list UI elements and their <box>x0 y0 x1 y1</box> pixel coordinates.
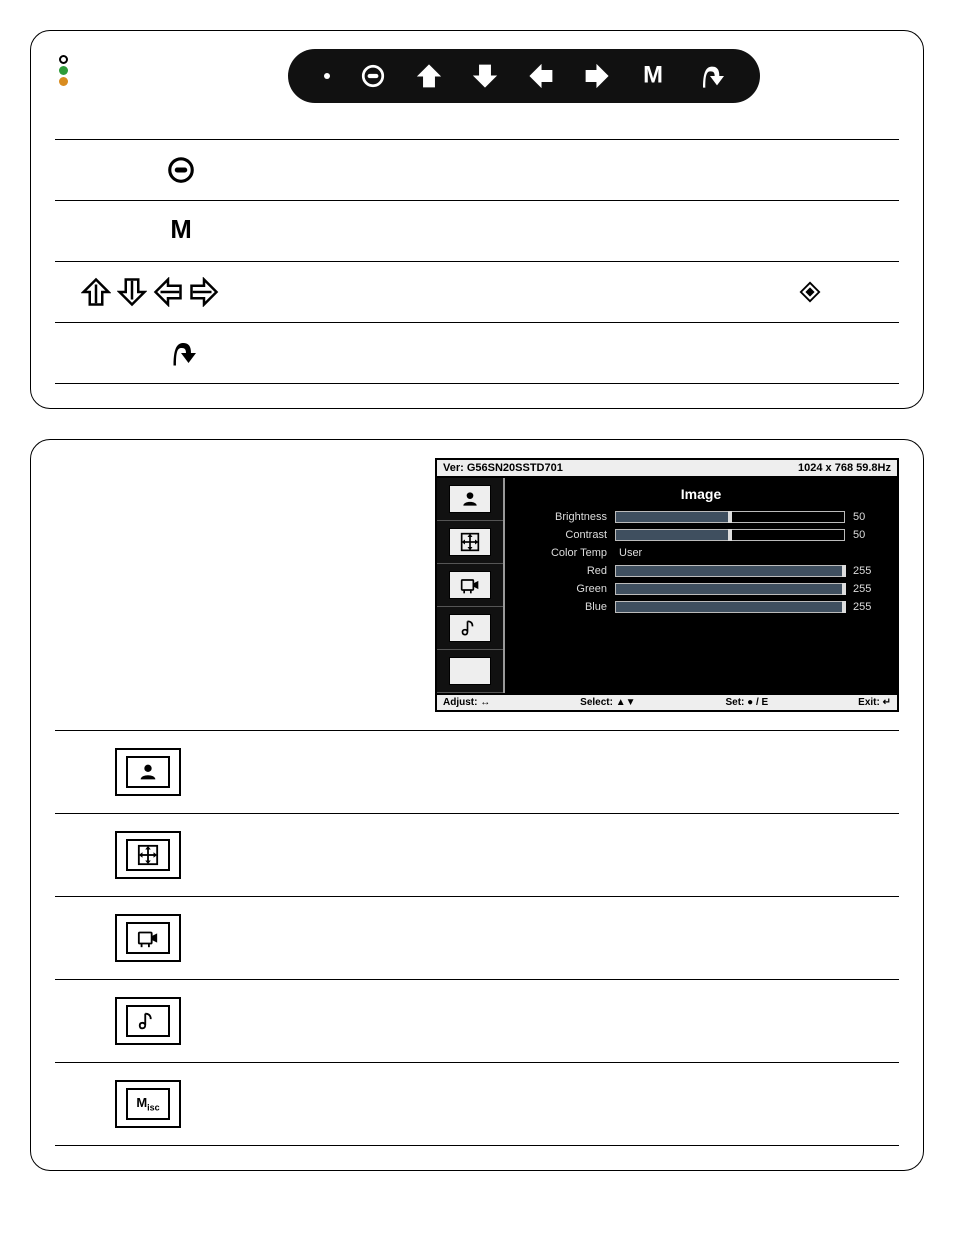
menu-row-image <box>55 730 899 814</box>
osd-item-label: Red <box>515 565 607 577</box>
osd-footer-set: Set: ● / E <box>726 697 769 708</box>
led-off-icon <box>59 55 68 64</box>
osd-item-label: Green <box>515 583 607 595</box>
menu-list: Misc <box>55 730 899 1146</box>
osd-footer-select: Select: ▲▼ <box>580 697 635 708</box>
osd-item-color-temp[interactable]: Color Temp User <box>515 544 887 562</box>
exit-icon <box>166 338 196 368</box>
osd-item-value: 50 <box>853 529 887 541</box>
led-green-icon <box>59 66 68 75</box>
slider-track[interactable] <box>615 601 845 613</box>
status-leds <box>59 55 68 86</box>
misc-icon: Misc <box>136 1095 159 1113</box>
menu-row-geometry <box>55 814 899 897</box>
controls-panel <box>30 30 924 409</box>
power-icon <box>166 155 196 185</box>
right-icon <box>189 277 219 307</box>
video-input-icon <box>460 575 480 595</box>
down-icon[interactable] <box>472 63 498 89</box>
left-icon <box>153 277 183 307</box>
osd-footer-exit: Exit: ↵ <box>858 697 891 708</box>
down-icon <box>117 277 147 307</box>
osd-tab-geometry[interactable] <box>437 521 503 564</box>
osd-item-red[interactable]: Red 255 <box>515 562 887 580</box>
osd-version: Ver: G56SN20SSTD701 <box>443 462 563 474</box>
menu-icon-misc: Misc <box>115 1080 181 1128</box>
diamond-icon <box>799 281 821 303</box>
menu-row-audio <box>55 980 899 1063</box>
osd-tab-image[interactable] <box>437 478 503 521</box>
menu-row-video <box>55 897 899 980</box>
misc-icon: Misc <box>458 662 481 680</box>
slider-track[interactable] <box>615 565 845 577</box>
geometry-icon <box>460 532 480 552</box>
osd-panel: Ver: G56SN20SSTD701 1024 x 768 59.8Hz Mi… <box>30 439 924 1171</box>
osd-item-label: Contrast <box>515 529 607 541</box>
slider-track[interactable] <box>615 583 845 595</box>
geometry-icon <box>137 844 159 866</box>
osd-item-label: Blue <box>515 601 607 613</box>
slider-track[interactable] <box>615 511 845 523</box>
osd-item-green[interactable]: Green 255 <box>515 580 887 598</box>
menu-icon-video <box>115 914 181 962</box>
osd-window: Ver: G56SN20SSTD701 1024 x 768 59.8Hz Mi… <box>435 458 899 712</box>
menu-icon[interactable] <box>640 63 666 89</box>
key-row-exit <box>55 322 899 384</box>
menu-row-misc: Misc <box>55 1063 899 1146</box>
key-row-menu <box>55 200 899 261</box>
menu-icon <box>167 217 195 245</box>
key-table <box>55 139 899 384</box>
left-icon[interactable] <box>528 63 554 89</box>
osd-tab-video[interactable] <box>437 564 503 607</box>
audio-icon <box>460 618 480 638</box>
audio-icon <box>137 1010 159 1032</box>
button-strip <box>288 49 760 103</box>
menu-icon-geometry <box>115 831 181 879</box>
menu-icon-audio <box>115 997 181 1045</box>
osd-footer: Adjust: ↔ Select: ▲▼ Set: ● / E Exit: ↵ <box>437 693 897 710</box>
key-row-arrows <box>55 261 899 322</box>
osd-tab-misc[interactable]: Misc <box>437 650 503 693</box>
exit-icon[interactable] <box>696 62 724 90</box>
slider-track[interactable] <box>615 529 845 541</box>
osd-item-value: 255 <box>853 583 887 595</box>
osd-item-value: 50 <box>853 511 887 523</box>
osd-item-blue[interactable]: Blue 255 <box>515 598 887 616</box>
osd-title: Image <box>515 482 887 508</box>
image-icon <box>460 489 480 509</box>
osd-item-label: Color Temp <box>515 547 607 559</box>
up-icon[interactable] <box>416 63 442 89</box>
menu-icon-image <box>115 748 181 796</box>
video-input-icon <box>137 927 159 949</box>
osd-footer-adjust: Adjust: ↔ <box>443 697 490 708</box>
osd-item-value: 255 <box>853 601 887 613</box>
image-icon <box>137 761 159 783</box>
dot-icon <box>324 73 330 79</box>
up-icon <box>81 277 111 307</box>
osd-resolution: 1024 x 768 59.8Hz <box>798 462 891 474</box>
osd-item-value: User <box>619 547 642 559</box>
osd-tabs: Misc <box>437 478 505 693</box>
osd-item-value: 255 <box>853 565 887 577</box>
key-row-power <box>55 139 899 200</box>
osd-item-brightness[interactable]: Brightness 50 <box>515 508 887 526</box>
led-orange-icon <box>59 77 68 86</box>
osd-item-contrast[interactable]: Contrast 50 <box>515 526 887 544</box>
power-icon[interactable] <box>360 63 386 89</box>
right-icon[interactable] <box>584 63 610 89</box>
osd-tab-audio[interactable] <box>437 607 503 650</box>
osd-item-label: Brightness <box>515 511 607 523</box>
